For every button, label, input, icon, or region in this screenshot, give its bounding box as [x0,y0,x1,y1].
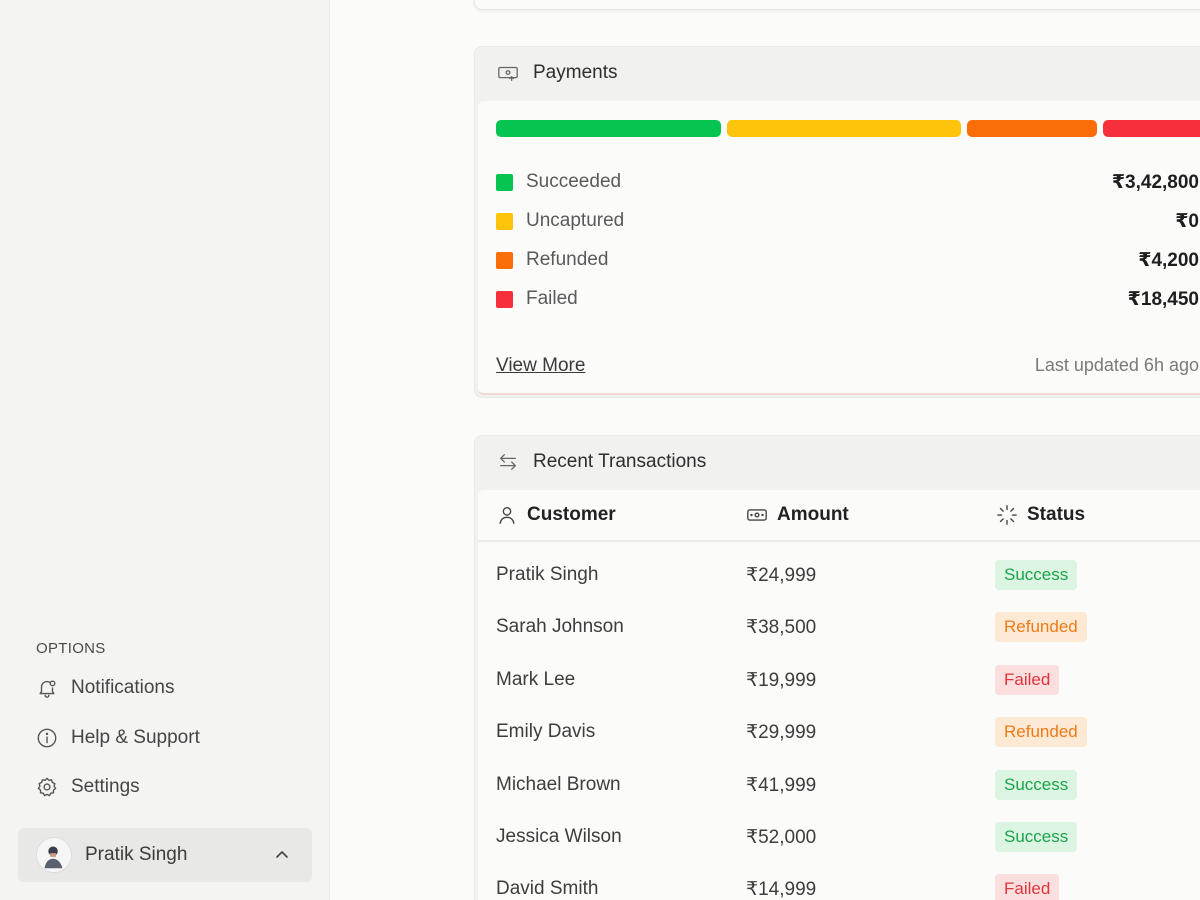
legend-value: ₹18,450 [1127,289,1199,310]
info-icon [36,727,58,749]
cell-amount: ₹52,000 [746,827,817,848]
cell-customer: Pratik Singh [496,564,599,585]
user-name: Pratik Singh [85,844,188,865]
sidebar-item-label: Notifications [71,677,175,698]
legend-failed: Failed [496,288,578,310]
column-header-amount[interactable]: Amount [746,504,849,526]
table-row[interactable]: David Smith ₹14,999 Failed [478,866,1200,900]
legend-uncaptured: Uncaptured [496,210,624,232]
bar-uncaptured [727,120,961,137]
transactions-card: Recent Transactions Customer Amount Stat… [474,435,1200,900]
bar-refunded [967,120,1097,137]
payments-body: Succeeded ₹3,42,800 Uncaptured ₹0 Refund… [478,101,1200,395]
transactions-title: Recent Transactions [533,451,707,472]
column-header-customer[interactable]: Customer [496,504,616,526]
swap-arrows-icon [497,451,519,473]
table-row[interactable]: Michael Brown ₹41,999 Success [478,762,1200,814]
status-badge: Failed [995,665,1060,695]
status-badge: Refunded [995,612,1087,642]
bell-icon [36,677,58,699]
column-label: Amount [777,504,849,525]
table-row[interactable]: Jessica Wilson ₹52,000 Success [478,814,1200,866]
cell-customer: Jessica Wilson [496,826,622,847]
legend-label: Uncaptured [526,210,625,231]
table-row[interactable]: Emily Davis ₹29,999 Refunded [478,709,1200,761]
cell-amount: ₹38,500 [746,617,817,638]
avatar [36,837,72,873]
payment-icon [497,62,519,84]
cell-amount: ₹14,999 [746,879,817,900]
cell-amount: ₹19,999 [746,670,817,691]
legend-swatch [496,251,513,269]
cell-customer: Sarah Johnson [496,616,624,637]
cell-customer: Michael Brown [496,774,621,795]
previous-card [474,0,1200,10]
bar-failed [1103,120,1200,137]
sidebar-item-label: Settings [71,776,140,797]
sidebar-item-help-support[interactable]: Help & Support [36,727,200,749]
view-more-link[interactable]: View More [496,355,585,377]
status-badge: Refunded [995,717,1087,747]
legend-value: ₹0 [1175,211,1199,232]
table-header-row: Customer Amount Status [478,490,1200,542]
payments-header: Payments [475,47,1200,99]
legend-label: Refunded [526,249,609,270]
legend-refunded: Refunded [496,249,608,271]
legend-succeeded: Succeeded [496,171,621,193]
status-badge: Success [995,822,1078,852]
transactions-header: Recent Transactions [475,436,1200,488]
sidebar-item-label: Help & Support [71,727,200,748]
last-updated-text: Last updated 6h ago [1034,355,1199,375]
user-icon [496,504,518,526]
legend-value: ₹4,200 [1138,250,1199,271]
payments-card: Payments Succeeded ₹3,42,800 Uncaptured … [474,46,1200,398]
transactions-table: Customer Amount Status Pratik Singh ₹24,… [478,490,1200,900]
legend-swatch [496,173,513,191]
cell-amount: ₹29,999 [746,722,817,743]
cell-customer: Mark Lee [496,669,576,690]
cell-amount: ₹41,999 [746,775,817,796]
options-section-label: OPTIONS [36,640,106,657]
legend-swatch [496,212,513,230]
sidebar-item-notifications[interactable]: Notifications [36,677,175,699]
status-badge: Failed [995,874,1060,900]
cell-customer: Emily Davis [496,721,596,742]
sidebar-item-settings[interactable]: Settings [36,776,140,798]
cell-amount: ₹24,999 [746,565,817,586]
table-row[interactable]: Sarah Johnson ₹38,500 Refunded [478,604,1200,656]
column-header-status[interactable]: Status [996,504,1085,526]
status-badge: Success [995,560,1078,590]
legend-swatch [496,290,513,308]
sidebar: OPTIONS Notifications Help & Support Set… [0,0,330,900]
user-profile-menu[interactable]: Pratik Singh [18,828,312,882]
chevron-up-icon[interactable] [272,845,292,865]
loader-icon [996,504,1018,526]
cash-icon [746,504,768,526]
gear-icon [36,776,58,798]
table-row[interactable]: Mark Lee ₹19,999 Failed [478,657,1200,709]
column-label: Customer [527,504,616,525]
bar-succeeded [496,120,721,137]
cell-customer: David Smith [496,878,599,899]
legend-label: Failed [526,288,578,309]
legend-value: ₹3,42,800 [1111,172,1199,193]
table-row[interactable]: Pratik Singh ₹24,999 Success [478,552,1200,604]
payments-title: Payments [533,62,618,83]
legend-label: Succeeded [526,171,622,192]
status-badge: Success [995,770,1078,800]
column-label: Status [1027,504,1086,525]
